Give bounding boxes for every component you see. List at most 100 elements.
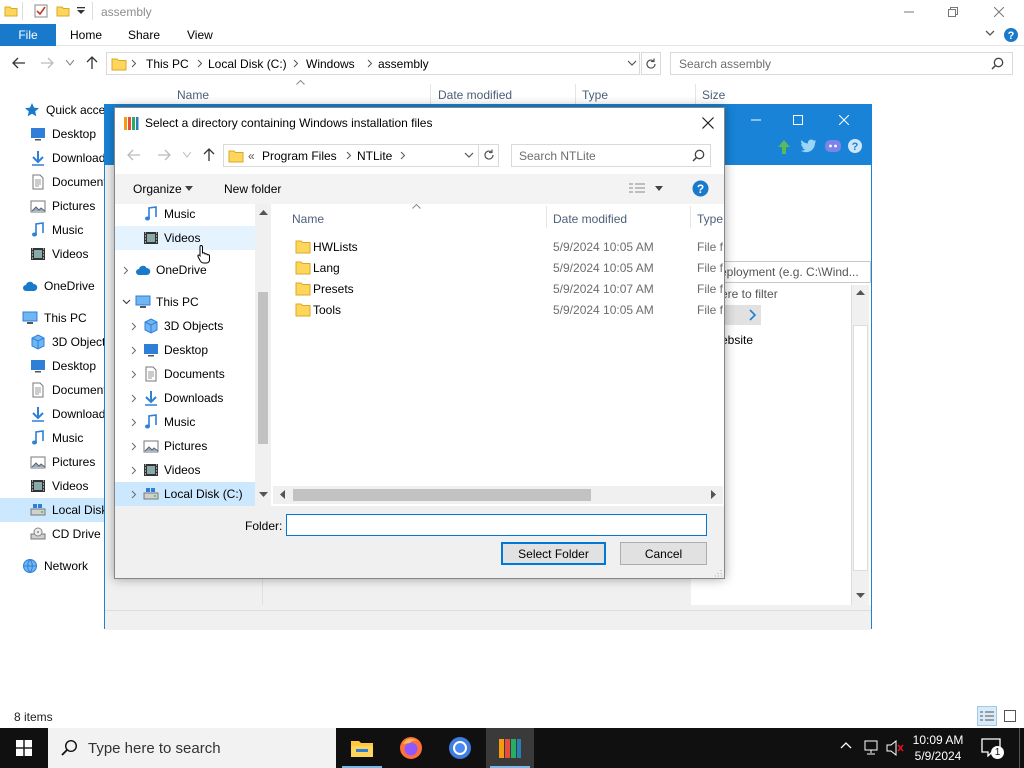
nav-item-documents[interactable]: Documents <box>30 378 114 402</box>
expand-ribbon-icon[interactable] <box>985 30 995 38</box>
ntlite-maximize-button[interactable] <box>775 105 821 135</box>
tree-scrollbar[interactable] <box>255 204 271 508</box>
address-dropdown-icon[interactable] <box>464 152 474 159</box>
organize-dropdown-icon[interactable] <box>185 186 193 191</box>
chevron-right-icon[interactable] <box>125 322 143 331</box>
tree-item-onedrive[interactable]: OneDrive <box>115 258 255 282</box>
breadcrumb-ntlite[interactable]: NTLite <box>357 149 392 163</box>
column-header-name[interactable]: Name <box>292 212 324 226</box>
dialog-address-bar[interactable]: « Program Files NTLite <box>223 144 499 167</box>
up-arrow-icon[interactable] <box>86 56 98 70</box>
breadcrumb-assembly[interactable]: assembly <box>378 57 429 71</box>
nav-item-this-pc[interactable]: This PC <box>22 306 114 330</box>
breadcrumb-this-pc[interactable]: This PC <box>146 57 189 71</box>
scroll-down-icon[interactable] <box>259 492 268 498</box>
scroll-thumb[interactable] <box>853 325 868 571</box>
discord-icon[interactable] <box>825 139 841 153</box>
tree-item-local-disk-c[interactable]: Local Disk (C:) <box>115 482 255 506</box>
help-icon[interactable]: ? <box>847 138 863 154</box>
refresh-icon[interactable] <box>483 149 495 161</box>
nav-item-onedrive[interactable]: OneDrive <box>22 274 114 298</box>
scroll-up-icon[interactable] <box>856 289 865 295</box>
refresh-button[interactable] <box>641 52 661 75</box>
tree-item-videos[interactable]: Videos <box>115 226 255 250</box>
nav-item-3d-objects[interactable]: 3D Objects <box>30 330 114 354</box>
resize-grip-icon[interactable] <box>713 568 722 577</box>
properties-icon[interactable] <box>34 4 48 18</box>
nav-item-cd-drive-d[interactable]: CD Drive (D:) <box>30 522 114 546</box>
tab-share[interactable]: Share <box>128 24 160 46</box>
back-arrow-icon[interactable] <box>12 57 26 69</box>
file-row[interactable]: Lang 5/9/2024 10:05 AM File folder <box>293 257 723 278</box>
close-button[interactable] <box>976 0 1022 24</box>
nav-item-quick-access[interactable]: Quick access <box>24 98 114 122</box>
file-row[interactable]: Presets 5/9/2024 10:07 AM File folder <box>293 278 723 299</box>
breadcrumb-local-disk[interactable]: Local Disk (C:) <box>208 57 287 71</box>
start-button[interactable] <box>0 728 48 768</box>
scroll-thumb[interactable] <box>258 292 268 444</box>
forward-arrow-icon[interactable] <box>157 149 171 161</box>
column-header-name[interactable]: Name <box>177 88 209 102</box>
address-bar[interactable]: This PC Local Disk (C:) Windows assembly <box>106 52 640 75</box>
nav-item-videos[interactable]: Videos <box>30 474 114 498</box>
details-view-button[interactable] <box>977 706 997 726</box>
action-center-button[interactable]: 1 <box>980 737 1004 759</box>
ntlite-minimize-button[interactable] <box>733 105 779 135</box>
tab-home[interactable]: Home <box>70 24 102 46</box>
explorer-search-box[interactable]: Search assembly <box>670 52 1013 75</box>
help-icon[interactable]: ? <box>692 180 709 197</box>
tree-item-downloads[interactable]: Downloads <box>115 386 255 410</box>
large-icons-view-button[interactable] <box>1000 706 1020 726</box>
organize-button[interactable]: Organize <box>133 182 182 196</box>
back-arrow-icon[interactable] <box>127 149 141 161</box>
new-folder-button[interactable]: New folder <box>224 182 281 196</box>
taskbar-clock[interactable]: 10:09 AM 5/9/2024 <box>906 732 970 764</box>
column-header-type[interactable]: Type <box>582 88 608 102</box>
recent-locations-icon[interactable] <box>183 152 191 158</box>
tab-file[interactable]: File <box>0 24 56 46</box>
forward-arrow-icon[interactable] <box>40 57 54 69</box>
chevron-right-icon[interactable] <box>125 418 143 427</box>
file-row[interactable]: Tools 5/9/2024 10:05 AM File folder <box>293 299 723 320</box>
column-header-size[interactable]: Size <box>702 88 725 102</box>
tree-item-music[interactable]: Music <box>115 204 255 226</box>
taskbar-search-box[interactable]: Type here to search <box>48 728 336 768</box>
chevron-right-icon[interactable] <box>125 370 143 379</box>
restore-button[interactable] <box>930 0 976 24</box>
taskbar-ntlite[interactable] <box>486 728 534 768</box>
chevron-right-icon[interactable] <box>125 442 143 451</box>
breadcrumb-program-files[interactable]: Program Files <box>262 149 337 163</box>
dialog-close-button[interactable] <box>693 112 723 134</box>
nav-item-music[interactable]: Music <box>30 218 114 242</box>
taskbar-firefox[interactable] <box>387 728 435 768</box>
folder-tree[interactable]: Music Videos OneDrive This PC 3D Objects Desk… <box>115 204 271 508</box>
taskbar-chrome[interactable] <box>436 728 484 768</box>
twitter-icon[interactable] <box>801 139 817 153</box>
nav-item-downloads[interactable]: Downloads <box>30 146 114 170</box>
nav-item-desktop[interactable]: Desktop <box>30 354 114 378</box>
select-folder-button[interactable]: Select Folder <box>501 542 606 565</box>
show-hidden-icons-icon[interactable] <box>840 741 852 749</box>
file-row[interactable]: HWLists 5/9/2024 10:05 AM File folder <box>293 236 723 257</box>
nav-item-desktop[interactable]: Desktop <box>30 122 114 146</box>
ntlite-close-button[interactable] <box>821 105 867 135</box>
update-arrow-icon[interactable] <box>777 139 791 155</box>
show-desktop-button[interactable] <box>1019 728 1024 768</box>
quick-access-toolbar-dropdown-icon[interactable] <box>76 6 86 16</box>
tab-view[interactable]: View <box>187 24 213 46</box>
view-dropdown-icon[interactable] <box>655 186 663 191</box>
tree-item-desktop[interactable]: Desktop <box>115 338 255 362</box>
chevron-right-icon[interactable] <box>117 266 135 275</box>
nav-item-music[interactable]: Music <box>30 426 114 450</box>
tree-item-this-pc[interactable]: This PC <box>115 290 255 314</box>
address-dropdown-icon[interactable] <box>627 60 637 67</box>
cancel-button[interactable]: Cancel <box>620 542 707 565</box>
tree-item-3d-objects[interactable]: 3D Objects <box>115 314 255 338</box>
nav-item-downloads[interactable]: Downloads <box>30 402 114 426</box>
network-status-icon[interactable] <box>862 740 880 756</box>
nav-item-network[interactable]: Network <box>22 554 114 578</box>
volume-muted-icon[interactable] <box>886 740 904 756</box>
tree-item-documents[interactable]: Documents <box>115 362 255 386</box>
chevron-right-icon[interactable] <box>125 346 143 355</box>
chevron-right-icon[interactable] <box>125 490 143 499</box>
